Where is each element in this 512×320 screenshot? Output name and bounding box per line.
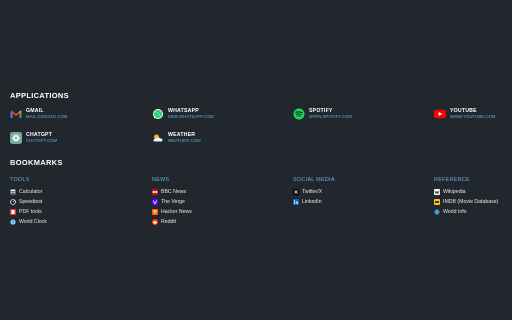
app-url: CHATGPT.COM <box>26 137 58 143</box>
chatgpt-icon <box>10 132 22 144</box>
imdb-icon <box>434 199 440 205</box>
bookmark-column-heading: REFERENCE <box>434 177 470 183</box>
reddit-icon <box>152 219 158 225</box>
calculator-icon <box>10 189 16 195</box>
bookmark-column-heading: NEWS <box>152 177 170 183</box>
globe-icon <box>434 209 440 215</box>
bookmark-column-reference: REFERENCE Wikipedia IMDB (Movie Database… <box>434 177 510 217</box>
bookmark-speedtest[interactable]: Speedtest <box>10 197 130 207</box>
bookmark-world-clock[interactable]: World Clock <box>10 217 130 227</box>
bookmark-label: Hacker News <box>161 209 192 215</box>
app-gmail[interactable]: GMAIL MAIL.GOOGLE.COM <box>10 108 68 120</box>
app-weather[interactable]: WEATHER WEATHER.COM <box>152 132 201 144</box>
app-url: WWW.YOUTUBE.COM <box>450 113 496 119</box>
bookmark-label: IMDB (Movie Database) <box>443 199 499 205</box>
bookmark-label: The Verge <box>161 199 185 205</box>
bookmark-twitter[interactable]: Twitter/X <box>293 187 413 197</box>
linkedin-icon <box>293 199 299 205</box>
bbc-icon <box>152 189 158 195</box>
youtube-icon <box>434 108 446 120</box>
bookmark-wikipedia[interactable]: Wikipedia <box>434 187 510 197</box>
app-youtube[interactable]: YOUTUBE WWW.YOUTUBE.COM <box>434 108 495 120</box>
app-whatsapp[interactable]: WHATSAPP WEB.WHATSAPP.COM <box>152 108 214 120</box>
gmail-icon <box>10 108 22 120</box>
bookmark-label: Twitter/X <box>302 189 323 195</box>
bookmark-label: Reddit <box>161 219 176 225</box>
bookmark-column-heading: TOOLS <box>10 177 30 183</box>
app-spotify[interactable]: SPOTIFY OPEN.SPOTIFY.COM <box>293 108 352 120</box>
bookmark-world-info[interactable]: World Info <box>434 207 510 217</box>
speedtest-icon <box>10 199 16 205</box>
bookmark-reddit[interactable]: Reddit <box>152 217 272 227</box>
bookmark-label: Wikipedia <box>443 189 466 195</box>
bookmark-column-heading: SOCIAL MEDIA <box>293 177 335 183</box>
bookmark-label: Calculator <box>19 189 43 195</box>
pdf-icon <box>10 209 16 215</box>
bookmark-label: BBC News <box>161 189 187 195</box>
bookmark-label: LinkedIn <box>302 199 322 205</box>
bookmark-the-verge[interactable]: The Verge <box>152 197 272 207</box>
bookmark-column-tools: TOOLS Calculator Speedtest PDF tools Wor… <box>10 177 130 227</box>
verge-icon <box>152 199 158 205</box>
bookmarks-title: BOOKMARKS <box>10 158 63 167</box>
bookmark-column-news: NEWS BBC News The Verge Hacker News Redd… <box>152 177 272 227</box>
bookmark-label: World Clock <box>19 219 47 225</box>
bookmark-hacker-news[interactable]: Hacker News <box>152 207 272 217</box>
bookmark-linkedin[interactable]: LinkedIn <box>293 197 413 207</box>
clock-icon <box>10 219 16 225</box>
bookmark-imdb[interactable]: IMDB (Movie Database) <box>434 197 510 207</box>
app-url: WEB.WHATSAPP.COM <box>168 113 214 119</box>
bookmark-label: PDF tools <box>19 209 42 215</box>
wikipedia-icon <box>434 189 440 195</box>
weather-icon <box>152 132 164 144</box>
bookmark-label: Speedtest <box>19 199 43 205</box>
app-chatgpt[interactable]: CHATGPT CHATGPT.COM <box>10 132 57 144</box>
bookmark-label: World Info <box>443 209 467 215</box>
whatsapp-icon <box>152 108 164 120</box>
spotify-icon <box>293 108 305 120</box>
bookmark-pdf-tools[interactable]: PDF tools <box>10 207 130 217</box>
x-icon <box>293 189 299 195</box>
app-url: MAIL.GOOGLE.COM <box>26 113 68 119</box>
bookmark-column-social-media: SOCIAL MEDIA Twitter/X LinkedIn <box>293 177 413 207</box>
applications-title: APPLICATIONS <box>10 91 69 100</box>
hacker-news-icon <box>152 209 158 215</box>
app-url: OPEN.SPOTIFY.COM <box>309 113 352 119</box>
app-url: WEATHER.COM <box>168 137 201 143</box>
bookmark-calculator[interactable]: Calculator <box>10 187 130 197</box>
bookmark-bbc-news[interactable]: BBC News <box>152 187 272 197</box>
